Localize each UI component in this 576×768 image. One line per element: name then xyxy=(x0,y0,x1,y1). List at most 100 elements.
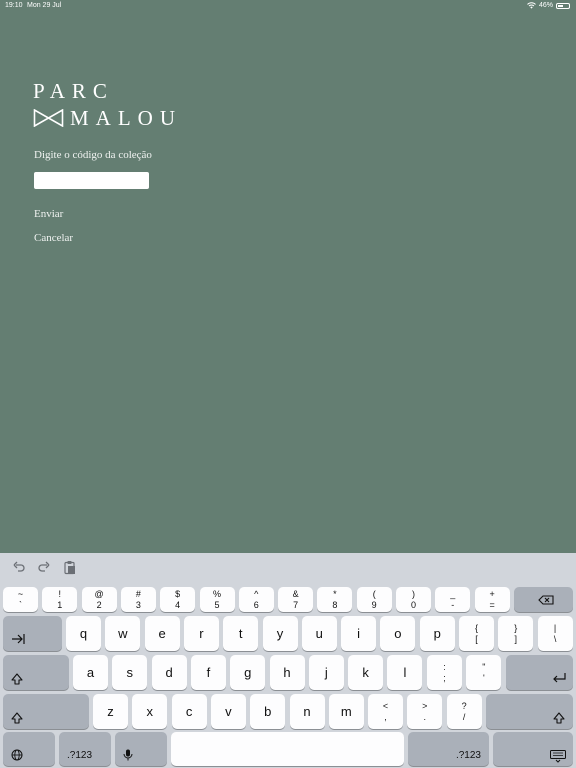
dictation-key[interactable] xyxy=(115,732,167,766)
key-shift-label: & xyxy=(292,588,299,599)
key-bracket-right[interactable]: }] xyxy=(498,616,534,651)
key-shift-label: + xyxy=(489,588,495,599)
key-6[interactable]: ^ 6 xyxy=(238,587,274,612)
key-label: = xyxy=(489,599,495,610)
key-4[interactable]: $4 xyxy=(160,587,196,612)
key-c[interactable]: c xyxy=(171,694,207,729)
key-p[interactable]: p xyxy=(419,616,455,651)
status-bar: 19:10 Mon 29 Jul 46% xyxy=(0,0,576,12)
collection-code-input[interactable] xyxy=(34,172,149,189)
key-label: k xyxy=(362,664,369,680)
key-label: w xyxy=(118,625,128,641)
onscreen-keyboard: ~ `! 1 @2 #3 $4% 5 ^ 6 & 7 * 8(9) 0 _ - + = q w e r t y u i o p{[}]… xyxy=(0,553,576,768)
key-m[interactable]: m xyxy=(328,694,364,729)
key-9[interactable]: (9 xyxy=(356,587,392,612)
key-v[interactable]: v xyxy=(210,694,246,729)
key-k[interactable]: k xyxy=(348,655,384,690)
key-1[interactable]: ! 1 xyxy=(42,587,78,612)
key-slash[interactable]: ? / xyxy=(446,694,482,729)
key-shift-label: } xyxy=(514,622,518,633)
key-z[interactable]: z xyxy=(93,694,128,729)
key--[interactable]: _ - xyxy=(435,587,471,612)
numbers-key-label: .?123 xyxy=(67,750,93,761)
globe-key[interactable] xyxy=(3,732,55,766)
undo-icon[interactable] xyxy=(11,560,27,576)
key-n[interactable]: n xyxy=(289,694,325,729)
key-label: 3 xyxy=(135,599,141,610)
key-o[interactable]: o xyxy=(380,616,416,651)
key-label: f xyxy=(206,664,211,680)
key-period[interactable]: >. xyxy=(407,694,443,729)
key-3[interactable]: #3 xyxy=(120,587,156,612)
return-key[interactable] xyxy=(506,655,573,690)
key-label: e xyxy=(158,625,166,641)
key-shift-label: * xyxy=(333,588,337,599)
key-g[interactable]: g xyxy=(230,655,266,690)
key-7[interactable]: & 7 xyxy=(278,587,314,612)
key-l[interactable]: l xyxy=(387,655,423,690)
space-key[interactable] xyxy=(171,732,404,766)
shift-left-key[interactable] xyxy=(3,694,89,729)
key-q[interactable]: q xyxy=(66,616,101,651)
key-e[interactable]: e xyxy=(144,616,180,651)
key-label: j xyxy=(324,664,328,680)
key-s[interactable]: s xyxy=(112,655,148,690)
shift-icon xyxy=(553,712,565,724)
key-x[interactable]: x xyxy=(132,694,168,729)
delete-key[interactable] xyxy=(514,587,573,612)
key-label: g xyxy=(244,664,252,680)
key-comma[interactable]: <, xyxy=(368,694,403,729)
key-bracket-left[interactable]: {[ xyxy=(459,616,494,651)
status-time: 19:10 xyxy=(5,2,23,9)
key-2[interactable]: @2 xyxy=(81,587,117,612)
numbers-key-label: .?123 xyxy=(455,750,481,761)
key-label: x xyxy=(146,703,154,719)
key-semicolon[interactable]: :; xyxy=(427,655,462,690)
key-label: y xyxy=(276,625,284,641)
caps-lock-key[interactable] xyxy=(3,655,69,690)
numbers-key-left[interactable]: .?123 xyxy=(59,732,111,766)
redo-icon[interactable] xyxy=(36,560,52,576)
wifi-icon xyxy=(527,2,536,9)
key-quote[interactable]: " ' xyxy=(466,655,502,690)
key-8[interactable]: * 8 xyxy=(317,587,353,612)
paste-icon[interactable] xyxy=(62,560,78,576)
key-backslash[interactable]: | \ xyxy=(537,616,573,651)
key-backtick[interactable]: ~ ` xyxy=(3,587,38,612)
key-label: \ xyxy=(553,633,557,644)
key-label: 7 xyxy=(293,599,299,610)
key-h[interactable]: h xyxy=(269,655,305,690)
logo-line-1: PARC xyxy=(33,79,114,103)
hide-keyboard-key[interactable] xyxy=(493,732,573,766)
key-label: ; xyxy=(443,672,446,683)
key-y[interactable]: y xyxy=(262,616,298,651)
key-=[interactable]: + = xyxy=(474,587,510,612)
key-t[interactable]: t xyxy=(223,616,259,651)
key-label: z xyxy=(107,703,114,719)
key-label: b xyxy=(264,703,272,719)
cancel-button[interactable]: Cancelar xyxy=(34,232,73,244)
numbers-key-right[interactable]: .?123 xyxy=(408,732,489,766)
key-label: d xyxy=(165,664,173,680)
key-u[interactable]: u xyxy=(301,616,337,651)
send-button[interactable]: Enviar xyxy=(34,208,63,220)
key-label: 9 xyxy=(371,599,377,610)
bowtie-logo-icon xyxy=(33,109,64,127)
key-w[interactable]: w xyxy=(105,616,141,651)
key-0[interactable]: ) 0 xyxy=(396,587,431,612)
tab-key[interactable] xyxy=(3,616,62,651)
key-a[interactable]: a xyxy=(73,655,108,690)
key-f[interactable]: f xyxy=(190,655,226,690)
key-r[interactable]: r xyxy=(183,616,219,651)
key-b[interactable]: b xyxy=(250,694,286,729)
key-d[interactable]: d xyxy=(151,655,187,690)
shift-right-key[interactable] xyxy=(486,694,573,729)
key-shift-label: : xyxy=(443,661,446,672)
key-label: 1 xyxy=(57,599,63,610)
key-i[interactable]: i xyxy=(341,616,377,651)
key-j[interactable]: j xyxy=(308,655,344,690)
key-label: n xyxy=(303,703,311,719)
key-5[interactable]: % 5 xyxy=(199,587,235,612)
key-label: s xyxy=(126,664,134,680)
key-label: 5 xyxy=(214,599,220,610)
